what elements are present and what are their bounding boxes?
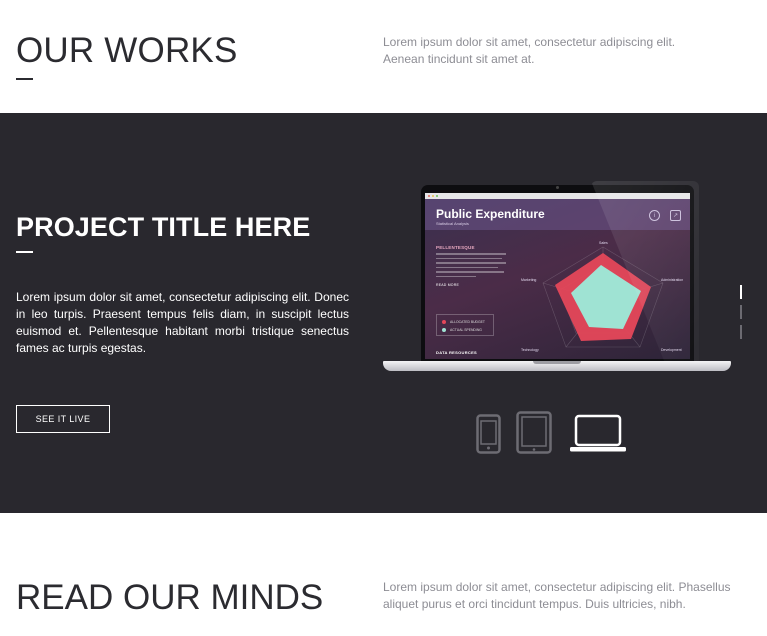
browser-minimize-icon xyxy=(432,195,434,197)
screen-legend: ALLOCATED BUDGET ACTUAL SPENDING xyxy=(436,314,494,336)
screen-read-more: READ MORE xyxy=(436,283,459,287)
slide-dot-2[interactable] xyxy=(740,305,742,319)
screen-footer: DATA RESOURCES xyxy=(436,350,478,355)
project-description: Lorem ipsum dolor sit amet, consectetur … xyxy=(16,290,349,355)
screen-text-lines xyxy=(436,253,508,277)
tablet-icon[interactable] xyxy=(516,411,552,454)
see-it-live-button[interactable]: SEE IT LIVE xyxy=(16,405,110,433)
minds-header: READ OUR MINDS Lorem ipsum dolor sit ame… xyxy=(0,513,767,636)
works-title: OUR WORKS xyxy=(16,31,238,70)
works-header: OUR WORKS Lorem ipsum dolor sit amet, co… xyxy=(0,0,767,113)
screen-section-title: PELLENTESQUE xyxy=(436,245,475,250)
axis-label-marketing: Marketing xyxy=(521,278,536,282)
works-description: Lorem ipsum dolor sit amet, consectetur … xyxy=(383,35,676,66)
screen-sidebar: PELLENTESQUE READ MORE xyxy=(436,245,508,287)
project-title-underline xyxy=(16,251,33,253)
axis-label-sales: Sales xyxy=(599,241,608,245)
minds-title: READ OUR MINDS xyxy=(16,578,324,617)
browser-maximize-icon xyxy=(436,195,438,197)
phone-icon[interactable] xyxy=(476,414,501,454)
screen-subtitle: Statistical Analysis xyxy=(436,221,469,226)
slide-dot-1[interactable] xyxy=(740,285,742,299)
device-switcher xyxy=(476,411,628,455)
laptop-mockup: Public Expenditure Statistical Analysis … xyxy=(383,181,733,383)
minds-description: Lorem ipsum dolor sit amet, consectetur … xyxy=(383,580,731,611)
works-title-underline xyxy=(16,78,33,80)
legend-budget: ALLOCATED BUDGET xyxy=(442,320,485,325)
axis-label-technology: Technology xyxy=(521,348,539,352)
legend-spending: ACTUAL SPENDING xyxy=(442,328,482,333)
project-showcase: PROJECT TITLE HERE Lorem ipsum dolor sit… xyxy=(0,113,767,513)
laptop-camera xyxy=(556,186,559,189)
laptop-icon[interactable] xyxy=(568,414,628,454)
slide-dot-3[interactable] xyxy=(740,325,742,339)
slide-pager xyxy=(740,285,743,345)
browser-close-icon xyxy=(428,195,430,197)
laptop-notch xyxy=(533,361,581,364)
screen-title: Public Expenditure xyxy=(436,207,545,221)
project-title: PROJECT TITLE HERE xyxy=(16,212,311,242)
